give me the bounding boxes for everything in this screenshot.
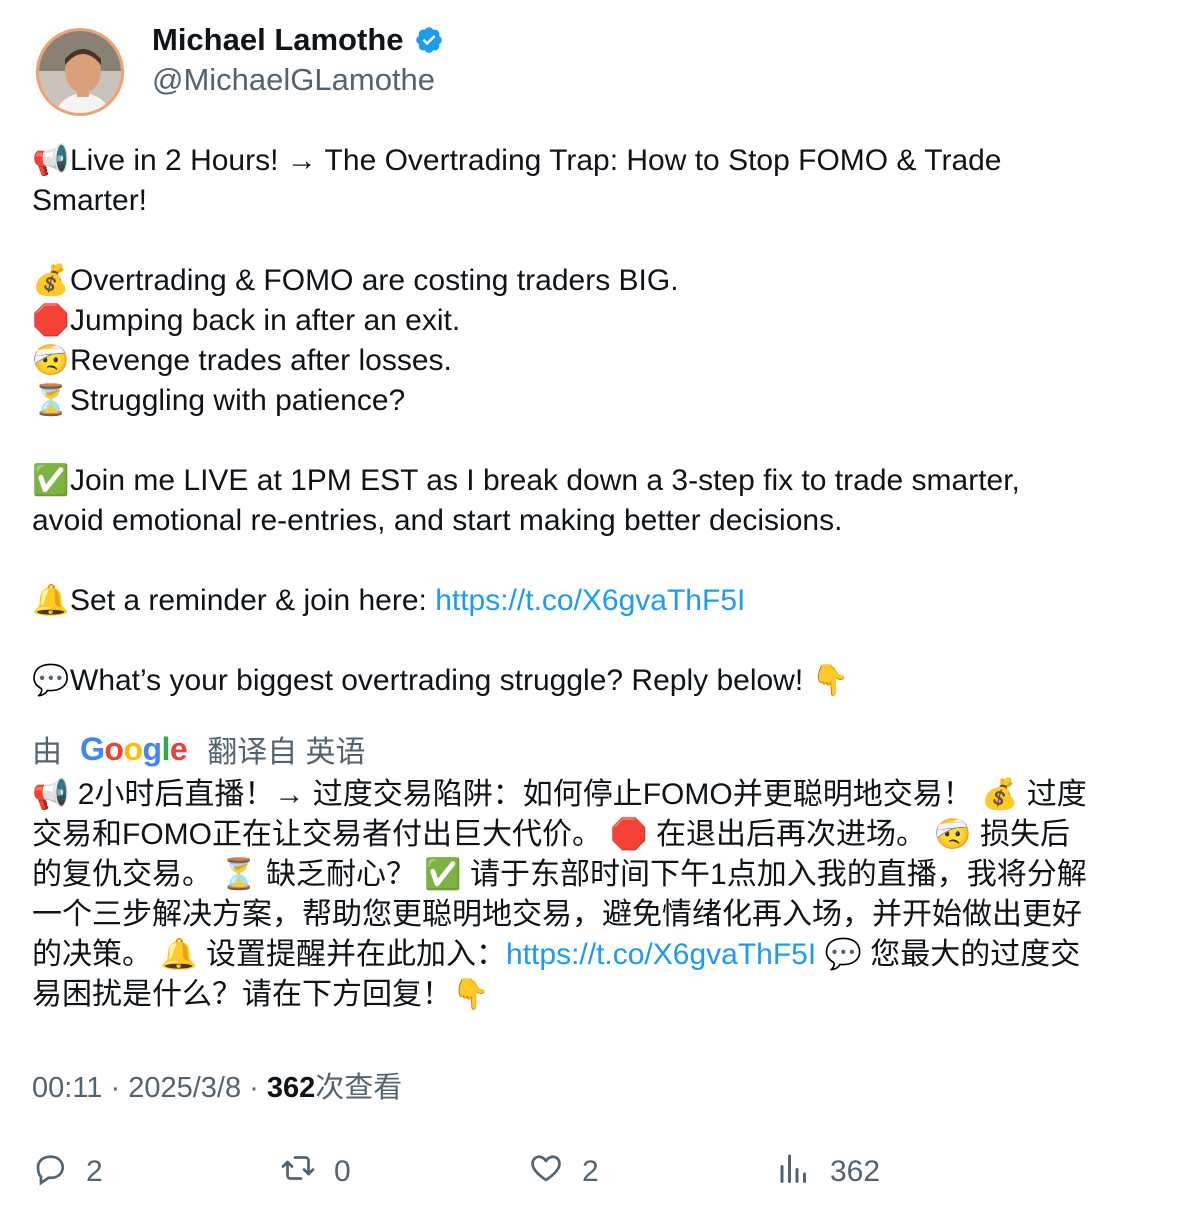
tweet-line-text: Smarter!: [32, 184, 148, 217]
tweet-date[interactable]: 2025/3/8: [128, 1072, 241, 1104]
verified-badge-icon: [414, 25, 444, 55]
translated-line-text: 的决策。 🔔 设置提醒并在此加入：: [32, 938, 507, 971]
tweet-line-text: Join me LIVE at 1PM EST as I break down …: [70, 464, 1020, 497]
translated-text: 📢 2小时后直播！→ 过度交易陷阱：如何停止FOMO并更聪明地交易！ 💰 过度 …: [32, 775, 1168, 1015]
reply-icon: [32, 1150, 68, 1194]
tweet-line-text: avoid emotional re-entries, and start ma…: [32, 504, 843, 537]
tweet-line-text: Jumping back in after an exit.: [70, 304, 461, 337]
tweet-line-8: avoid emotional re-entries, and start ma…: [32, 501, 1164, 541]
retweet-button[interactable]: 0: [280, 1150, 351, 1194]
action-bar: 2 0 2 362: [32, 1150, 1172, 1198]
tweet-line-5: 🤕Revenge trades after losses.: [32, 341, 1164, 381]
translated-line: 的复仇交易。 ⏳ 缺乏耐心？ ✅ 请于东部时间下午1点加入我的直播，我将分解: [32, 858, 1087, 891]
translation-prefix: 由: [32, 736, 62, 769]
bandaged-face-icon: 🤕: [32, 344, 70, 377]
tweet-meta: 00:11 · 2025/3/8 · 362次查看: [32, 1064, 402, 1106]
stop-sign-icon: 🛑: [32, 304, 70, 337]
author-name[interactable]: Michael Lamothe: [152, 22, 404, 58]
tweet-line-1: 📢Live in 2 Hours! → The Overtrading Trap…: [32, 141, 1164, 181]
tweet-line-4: 🛑Jumping back in after an exit.: [32, 301, 1164, 341]
author-name-row[interactable]: Michael Lamothe: [152, 22, 444, 58]
tweet-link[interactable]: https://t.co/X6gvaThF5I: [435, 584, 745, 617]
tweet-line-9: 🔔Set a reminder & join here: https://t.c…: [32, 581, 1164, 621]
translated-line: 易困扰是什么？请在下方回复！👇: [32, 978, 490, 1011]
like-button[interactable]: 2: [528, 1150, 599, 1194]
translated-line-text: 💬 您最大的过度交: [816, 938, 1081, 971]
megaphone-icon: 📢: [32, 144, 70, 177]
translated-line: 交易和FOMO正在让交易者付出巨大代价。 🛑 在退出后再次进场。 🤕 损失后: [32, 818, 1071, 851]
reply-button[interactable]: 2: [32, 1150, 103, 1194]
reply-count: 2: [86, 1155, 103, 1188]
translated-line: 一个三步解决方案，帮助您更聪明地交易，避免情绪化再入场，并开始做出更好: [32, 898, 1082, 931]
translated-line: 📢 2小时后直播！→ 过度交易陷阱：如何停止FOMO并更聪明地交易！ 💰 过度: [32, 778, 1087, 811]
tweet-time[interactable]: 00:11: [32, 1072, 102, 1104]
translation-suffix: 翻译自 英语: [207, 736, 366, 769]
tweet-text: 📢Live in 2 Hours! → The Overtrading Trap…: [32, 141, 1164, 701]
translated-link[interactable]: https://t.co/X6gvaThF5I: [506, 938, 816, 971]
tweet-line-text: What’s your biggest overtrading struggle…: [70, 664, 849, 697]
views-count: 362: [266, 1072, 316, 1104]
check-mark-icon: ✅: [32, 464, 70, 497]
views-button[interactable]: 362: [776, 1150, 880, 1194]
views-label: 次查看: [315, 1072, 403, 1104]
tweet-line-10: 💬What’s your biggest overtrading struggl…: [32, 661, 1164, 701]
tweet-line-7: ✅Join me LIVE at 1PM EST as I break down…: [32, 461, 1164, 501]
heart-icon: [528, 1150, 564, 1194]
meta-separator: ·: [102, 1072, 129, 1104]
translated-line: 的决策。 🔔 设置提醒并在此加入：https://t.co/X6gvaThF5I…: [32, 935, 1168, 975]
google-logo-icon: Google: [80, 730, 188, 767]
views-action-count: 362: [830, 1155, 881, 1188]
avatar-image: [39, 31, 121, 113]
speech-bubble-icon: 💬: [32, 664, 70, 697]
hourglass-icon: ⏳: [32, 384, 70, 417]
tweet-line-text: Revenge trades after losses.: [70, 344, 452, 377]
tweet-line-text: Overtrading & FOMO are costing traders B…: [70, 264, 679, 297]
tweet-line-6: ⏳Struggling with patience?: [32, 381, 1164, 421]
tweet-line-text: Struggling with patience?: [70, 384, 406, 417]
bell-icon: 🔔: [32, 584, 70, 617]
analytics-icon: [776, 1150, 812, 1194]
retweet-count: 0: [334, 1155, 351, 1188]
money-bag-icon: 💰: [32, 264, 70, 297]
tweet-line-3: 💰Overtrading & FOMO are costing traders …: [32, 261, 1164, 301]
tweet-line-2: Smarter!: [32, 181, 1164, 221]
tweet-line-text: Set a reminder & join here:: [70, 584, 436, 617]
author-handle[interactable]: @MichaelGLamothe: [152, 62, 435, 98]
like-count: 2: [582, 1155, 599, 1188]
meta-separator: ·: [241, 1072, 267, 1104]
avatar[interactable]: [36, 28, 124, 116]
translation-attribution[interactable]: 由 Google 翻译自 英语: [32, 727, 366, 771]
tweet-line-text: Live in 2 Hours! → The Overtrading Trap:…: [70, 144, 1002, 177]
retweet-icon: [280, 1150, 316, 1194]
